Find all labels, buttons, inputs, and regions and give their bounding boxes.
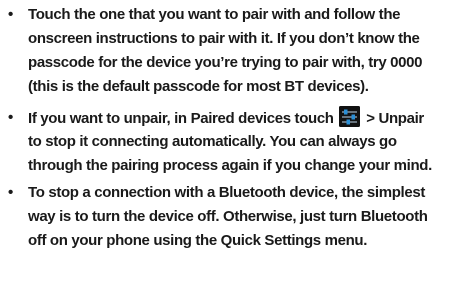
bullet-text-segment: > Unpair (366, 110, 424, 127)
bullet-text-line: way is to turn the device off. Otherwise… (28, 208, 428, 225)
bullet-text-line: (this is the default passcode for most B… (28, 78, 369, 95)
bullet-text-line: onscreen instructions to pair with it. I… (28, 30, 420, 47)
bullet-text-line: to stop it connecting automatically. You… (28, 133, 397, 150)
bullet-text-line: off on your phone using the Quick Settin… (28, 232, 368, 249)
bullet-text-line: To stop a connection with a Bluetooth de… (28, 184, 425, 201)
bullet-marker: • (8, 6, 14, 23)
bullet-text-segment: If you want to unpair, in Paired devices… (28, 110, 334, 127)
settings-sliders-icon (339, 106, 361, 127)
bullet-marker: • (8, 109, 14, 126)
bullet-marker: • (8, 184, 14, 201)
bullet-text-line: Touch the one that you want to pair with… (28, 6, 401, 23)
bullet-text-line: through the pairing process again if you… (28, 157, 432, 174)
bullet-text-line-with-icon: If you want to unpair, in Paired devices… (28, 106, 424, 131)
bullet-text-line: passcode for the device you’re trying to… (28, 54, 423, 71)
